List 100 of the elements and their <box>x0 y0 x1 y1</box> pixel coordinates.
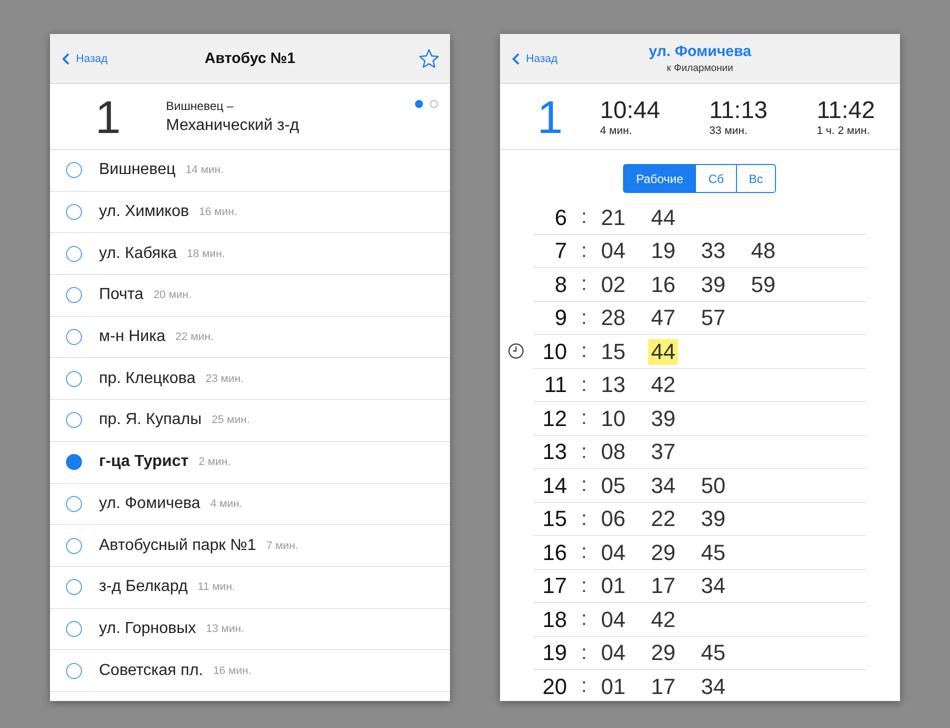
stop-time: 13 мин. <box>206 622 244 635</box>
time-separator: : <box>580 407 588 430</box>
stop-row[interactable]: ул. Горновых 13 мин. <box>50 608 450 650</box>
time-separator: : <box>580 340 588 364</box>
stop-time: 7 мин. <box>266 540 298 552</box>
hour-label: 19 <box>542 640 567 666</box>
stop-row[interactable]: м-н Ника 22 мин. <box>50 316 450 358</box>
stop-name: Почта <box>99 286 144 304</box>
minute-value: 39 <box>700 272 726 298</box>
minute-value: 01 <box>600 573 626 600</box>
stop-time: 14 мин. <box>186 164 224 176</box>
minute-value: 10 <box>600 406 626 432</box>
back-link[interactable]: Назад <box>500 52 590 64</box>
departure-time: 10:44 <box>600 96 660 124</box>
hour-label: 8 <box>554 272 567 298</box>
stop-name: пр. Клецкова <box>99 370 196 388</box>
minute-value: 45 <box>700 540 726 566</box>
stop-name: м-н Ника <box>99 328 166 346</box>
time-separator: : <box>580 306 588 330</box>
stop-time: 23 мин. <box>205 372 244 385</box>
stop-row[interactable]: ул. Химиков 16 мин. <box>50 192 450 234</box>
back-chevron-icon <box>512 52 520 64</box>
stop-row[interactable]: ул. Кабяка 18 мин. <box>50 233 450 276</box>
stop-row[interactable]: Автобусный парк №1 7 мин. <box>50 525 450 567</box>
page-dot[interactable] <box>430 100 438 108</box>
hour-label: 17 <box>542 573 567 600</box>
time-separator: : <box>580 206 588 230</box>
time-separator: : <box>580 440 588 464</box>
stop-time: 18 мин. <box>186 248 225 260</box>
stop-row[interactable]: Почта 20 мин. <box>50 275 450 317</box>
stop-row[interactable]: г-ца Турист 2 мин. <box>50 442 450 484</box>
direction-subtitle: к Филармонии <box>666 63 734 74</box>
hour-label: 18 <box>542 606 567 633</box>
wait-time: 4 мин. <box>600 124 632 136</box>
minute-value: 04 <box>600 540 626 566</box>
hour-label: 9 <box>554 305 567 332</box>
minute-value: 37 <box>650 439 676 466</box>
time-separator: : <box>580 273 588 296</box>
minute-value: 45 <box>700 640 726 666</box>
minute-value: 42 <box>650 372 676 398</box>
minute-value: 15 <box>600 338 626 365</box>
wait-time: 1 ч. 2 мин. <box>816 124 870 136</box>
minute-value: 19 <box>650 238 676 264</box>
stop-time: 20 мин. <box>153 289 192 302</box>
stop-title: ул. Фомичева <box>648 43 752 60</box>
minute-value: 39 <box>650 406 676 432</box>
hour-label: 14 <box>542 472 567 499</box>
minute-value: 04 <box>600 640 626 666</box>
stop-name: ул. Химиков <box>99 203 189 222</box>
time-separator: : <box>580 508 588 531</box>
page-dot[interactable] <box>415 100 423 108</box>
stop-time: 22 мин. <box>175 331 214 344</box>
stop-time: 16 мин. <box>199 206 238 218</box>
stop-row[interactable]: пр. Я. Купалы 25 мин. <box>50 400 450 442</box>
time-separator: : <box>580 574 588 598</box>
hour-label: 11 <box>543 372 567 398</box>
minute-value: 29 <box>650 640 676 666</box>
hour-label: 16 <box>542 540 567 566</box>
minute-value: 42 <box>650 606 676 633</box>
stop-time: 2 мин. <box>198 456 231 468</box>
stop-time: 4 мин. <box>210 498 242 510</box>
minute-value: 01 <box>600 674 626 700</box>
stop-row[interactable]: з-д Белкард 11 мин. <box>50 566 450 609</box>
stop-row[interactable]: пр. Клецкова 23 мин. <box>50 358 450 400</box>
time-separator: : <box>580 474 588 498</box>
stop-time: 11 мин. <box>198 581 236 594</box>
day-tab[interactable]: Сб <box>695 164 737 193</box>
screen-title: Автобус №1 <box>204 50 296 67</box>
hour-label: 15 <box>542 506 567 532</box>
minute-value: 17 <box>650 674 676 700</box>
minute-value: 34 <box>650 472 676 499</box>
stop-name: Автобусный парк №1 <box>99 536 256 555</box>
minute-value: 13 <box>600 372 626 398</box>
minute-value: 05 <box>600 472 626 499</box>
stop-name: Вишневец <box>99 161 176 180</box>
stop-time: 16 мин. <box>213 664 252 677</box>
minute-value: 28 <box>600 305 626 332</box>
minute-value: 34 <box>700 674 726 700</box>
hour-label: 7 <box>554 238 567 264</box>
stop-name: г-ца Турист <box>99 453 189 472</box>
time-separator: : <box>580 642 588 665</box>
stop-row[interactable]: Советская пл. 16 мин. <box>50 650 450 692</box>
minute-value: 44 <box>650 204 676 231</box>
day-tab[interactable]: Рабочие <box>623 164 696 193</box>
minute-value: 16 <box>650 272 676 298</box>
day-tab[interactable]: Вс <box>736 164 776 193</box>
stop-row[interactable]: ул. Фомичева 4 мин. <box>50 484 450 526</box>
minute-value: 08 <box>600 439 626 466</box>
minute-value: 22 <box>650 506 676 532</box>
star-icon[interactable] <box>418 48 440 70</box>
minute-value: 17 <box>650 573 676 600</box>
minute-value: 21 <box>600 204 626 231</box>
minute-value: 48 <box>750 238 776 264</box>
stop-name: Советская пл. <box>99 662 204 680</box>
back-link[interactable]: Назад <box>50 52 140 64</box>
route-origin: Вишневец – <box>166 98 234 112</box>
route-number: 1 <box>94 94 122 140</box>
stop-row[interactable]: Вишневец 14 мин. <box>50 150 450 192</box>
minute-value: 33 <box>700 238 726 264</box>
minute-value: 44 <box>648 338 678 365</box>
